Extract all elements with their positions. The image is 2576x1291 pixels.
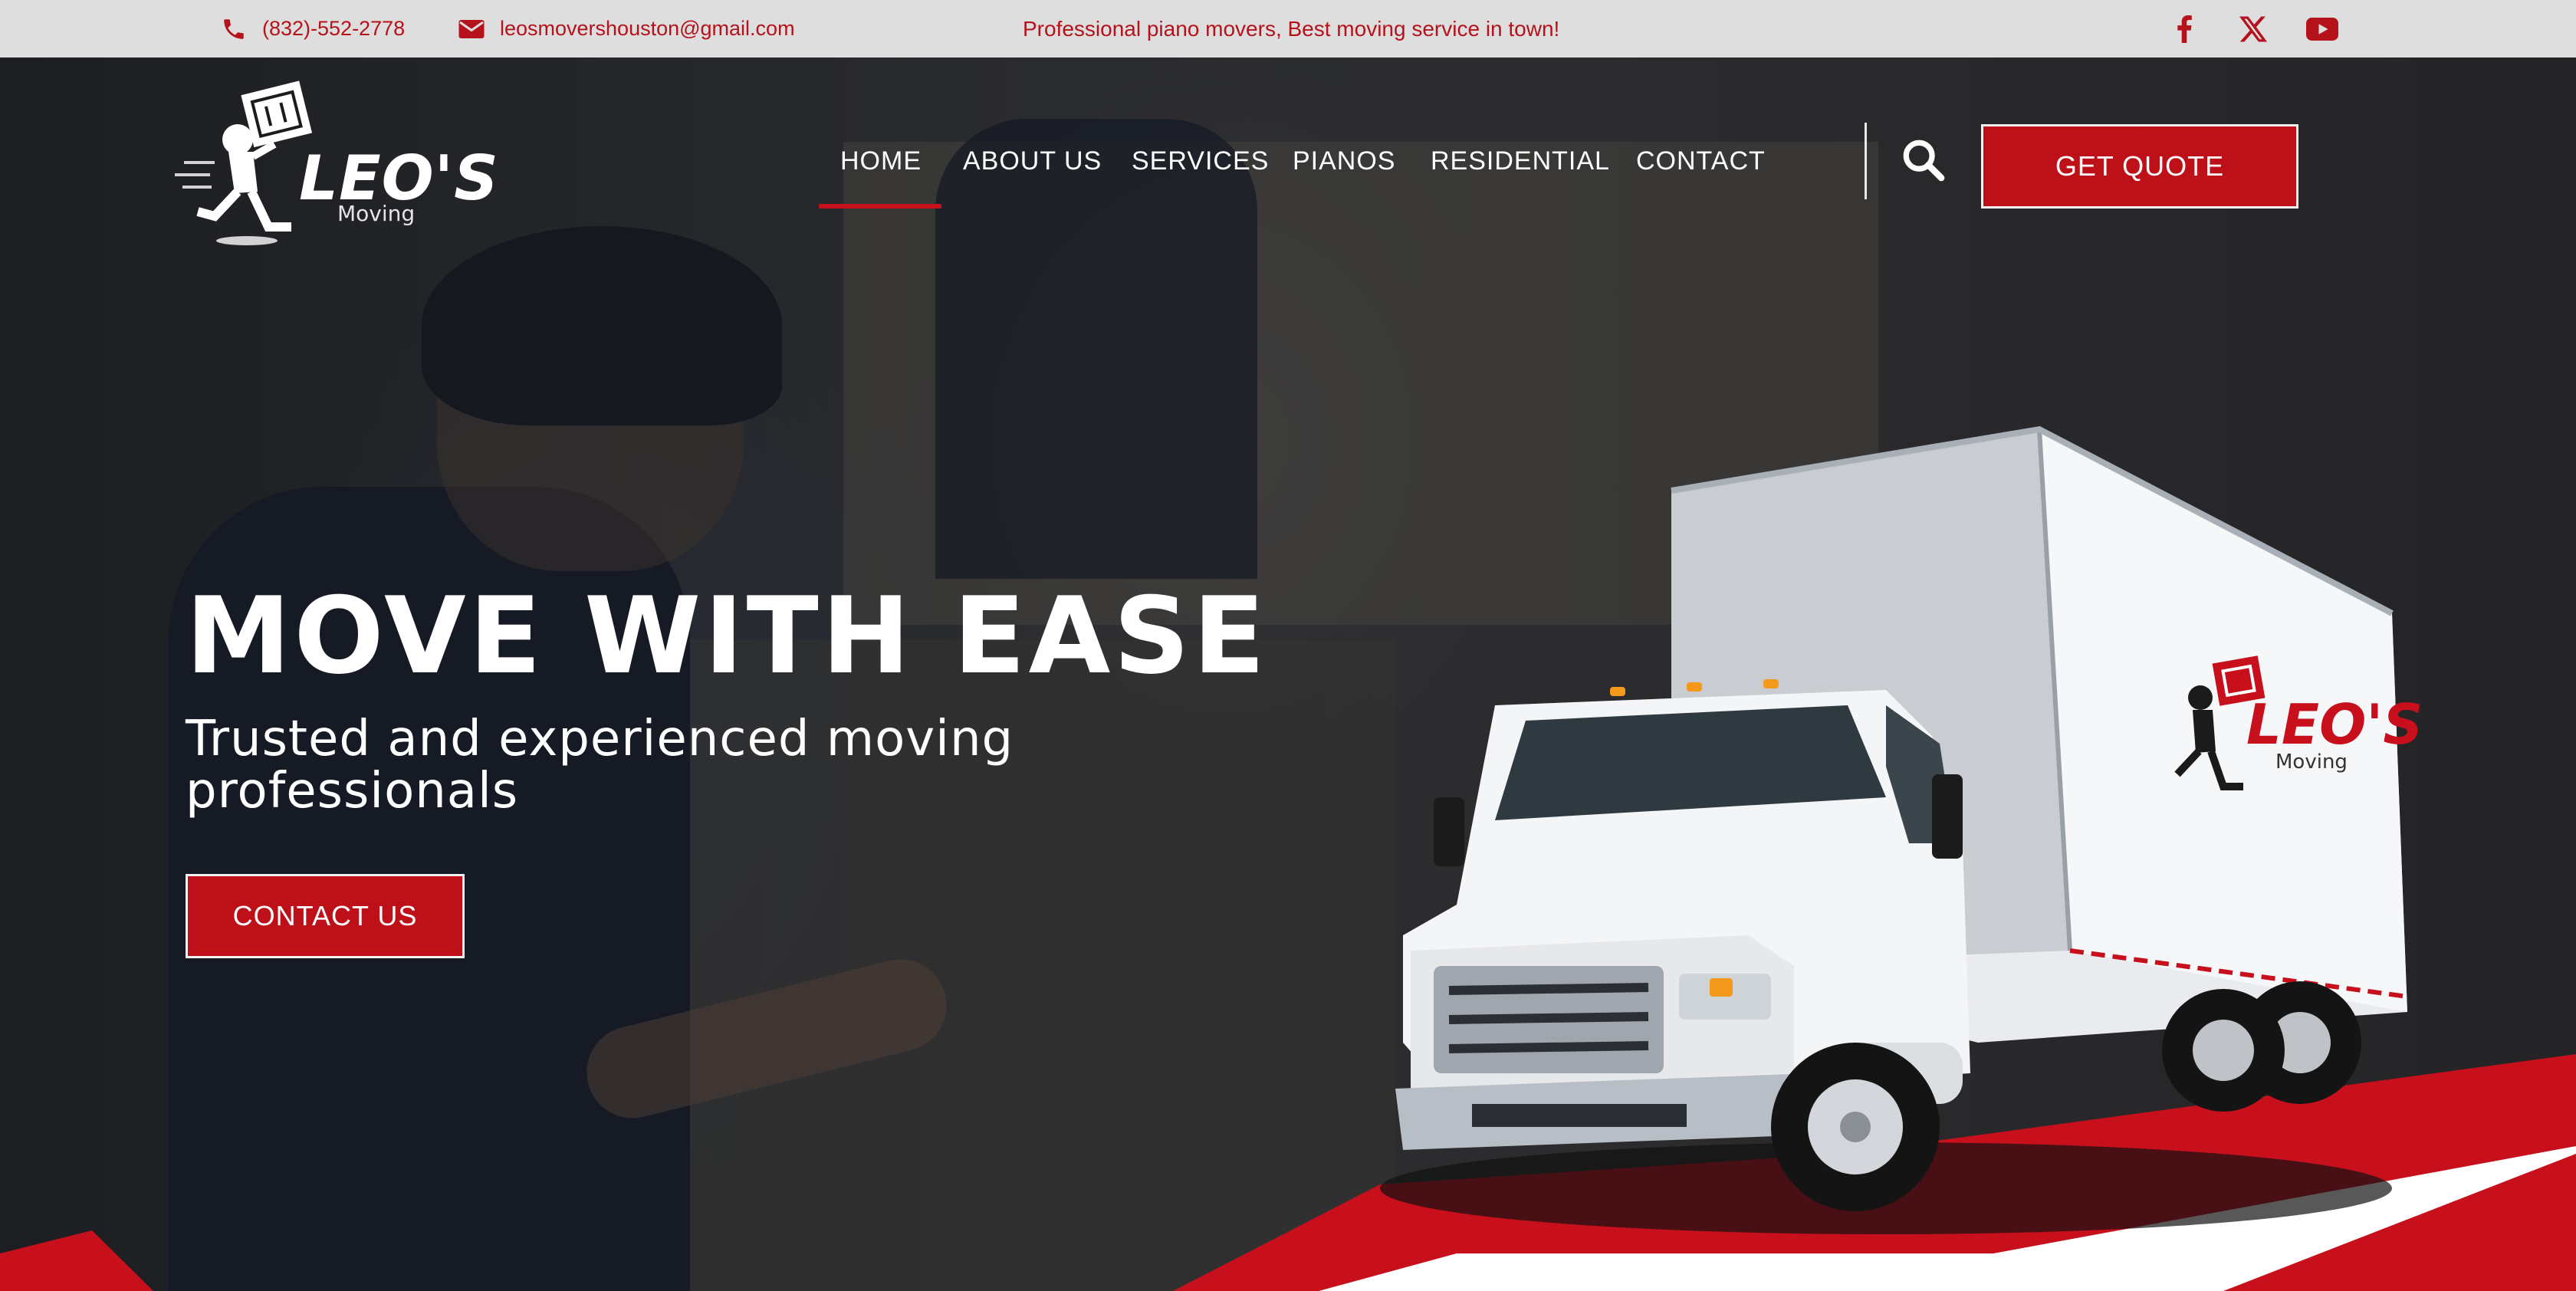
phone-icon	[219, 15, 248, 44]
search-icon[interactable]	[1898, 135, 1947, 184]
phone-contact[interactable]: (832)-552-2778	[219, 0, 405, 57]
youtube-icon[interactable]	[2303, 0, 2341, 57]
top-bar: (832)-552-2778 leosmovershouston@gmail.c…	[0, 0, 2576, 57]
truck-logo-wordmark: LEO'S	[2246, 692, 2423, 757]
contact-us-button[interactable]: CONTACT US	[186, 874, 465, 958]
nav-item-contact[interactable]: CONTACT	[1636, 138, 1766, 184]
hero-subtitle: Trusted and experienced moving professio…	[186, 711, 1014, 820]
x-icon[interactable]	[2234, 0, 2272, 57]
nav-divider	[1865, 123, 1867, 199]
moving-truck-image: LEO'S Moving	[1349, 414, 2423, 1291]
email-text: leosmovershouston@gmail.com	[500, 17, 795, 40]
nav-item-residential[interactable]: RESIDENTIAL	[1431, 138, 1610, 184]
nav-item-home[interactable]: HOME	[840, 138, 922, 184]
envelope-icon	[457, 15, 486, 44]
get-quote-button[interactable]: GET QUOTE	[1981, 124, 2298, 209]
logo-subtext: Moving	[337, 201, 416, 226]
phone-text: (832)-552-2778	[262, 17, 406, 40]
nav-item-services[interactable]: SERVICES	[1132, 138, 1269, 184]
tagline: Professional piano movers, Best moving s…	[1023, 16, 1560, 41]
site-logo[interactable]: LEO'S Moving	[161, 77, 498, 253]
nav-item-pianos[interactable]: PIANOS	[1293, 138, 1395, 184]
nav-item-about-us[interactable]: ABOUT US	[963, 138, 1102, 184]
active-nav-indicator	[819, 204, 941, 209]
facebook-icon[interactable]	[2165, 0, 2203, 57]
hero-title: MOVE WITH EASE	[186, 574, 1269, 698]
truck-logo-subtext: Moving	[2275, 751, 2348, 774]
email-contact[interactable]: leosmovershouston@gmail.com	[457, 0, 795, 57]
